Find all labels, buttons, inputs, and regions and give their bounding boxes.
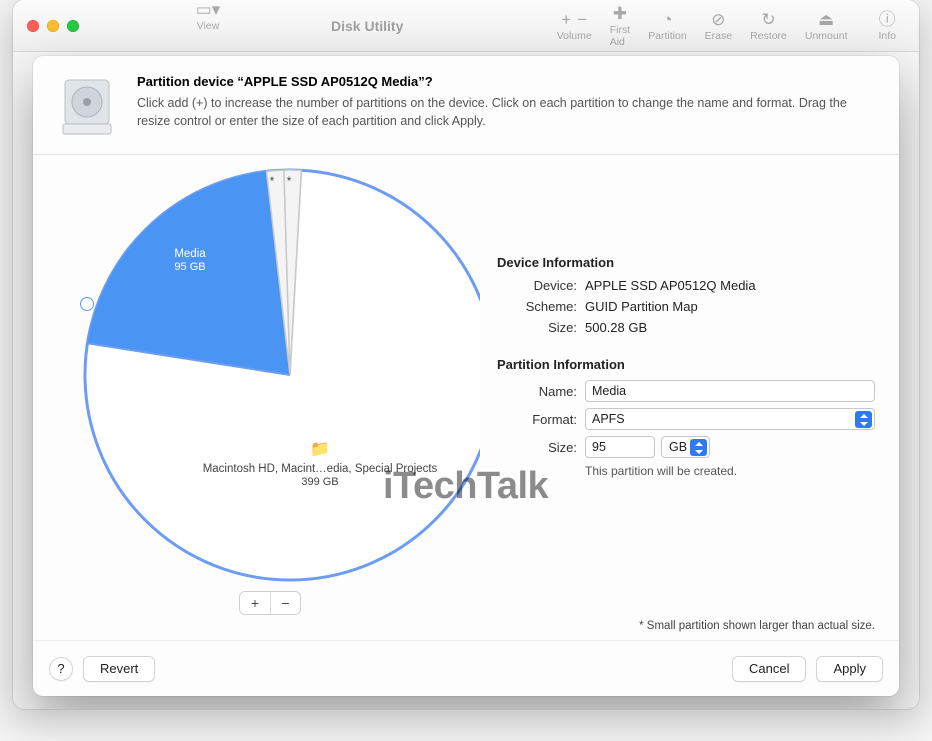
partition-button[interactable]: ◔ Partition <box>648 10 687 42</box>
volume-button[interactable]: +− Volume <box>557 10 592 42</box>
partition-size-unit-select[interactable]: GB <box>661 436 710 458</box>
partition-size-input[interactable] <box>585 436 655 458</box>
device-info-heading: Device Information <box>497 255 877 270</box>
pie-icon: ◔ <box>662 10 672 30</box>
cancel-button[interactable]: Cancel <box>732 656 806 682</box>
revert-button[interactable]: Revert <box>83 656 155 682</box>
toolbar: +− Volume ✚ First Aid ◔ Partition ⊘ Eras… <box>548 4 905 48</box>
eject-icon: ⏏ <box>818 10 834 30</box>
info-column: Device Information Device:APPLE SSD AP05… <box>485 165 877 630</box>
partition-format-select[interactable]: APFS <box>585 408 875 430</box>
restore-button[interactable]: ↻ Restore <box>750 10 787 42</box>
apply-button[interactable]: Apply <box>816 656 883 682</box>
partition-pie-column: Media 95 GB * * 📁 Macintosh HD, Macint…e… <box>55 165 485 630</box>
add-remove-partition: + − <box>239 591 301 615</box>
partition-create-note: This partition will be created. <box>585 464 877 478</box>
traffic-lights <box>27 20 79 32</box>
sidebar-toggle-icon: ▭▾ <box>196 0 221 20</box>
small-partition-footnote: * Small partition shown larger than actu… <box>639 620 875 632</box>
device-size-value: 500.28 GB <box>585 320 877 335</box>
unmount-button[interactable]: ⏏ Unmount <box>805 10 848 42</box>
partition-info-heading: Partition Information <box>497 357 877 372</box>
sheet-title: Partition device “APPLE SSD AP0512Q Medi… <box>137 74 877 89</box>
sheet-body: Media 95 GB * * 📁 Macintosh HD, Macint…e… <box>33 155 899 640</box>
stethoscope-icon: ✚ <box>613 4 627 24</box>
partition-name-input[interactable] <box>585 380 875 402</box>
add-partition-button[interactable]: + <box>240 592 270 614</box>
pie-resize-handle[interactable] <box>80 297 94 311</box>
close-window-button[interactable] <box>27 20 39 32</box>
help-button[interactable]: ? <box>49 657 73 681</box>
minus-icon: − <box>577 10 587 30</box>
sheet-header: Partition device “APPLE SSD AP0512Q Medi… <box>33 56 899 155</box>
chevron-updown-icon <box>855 411 872 428</box>
titlebar: ▭▾ View Disk Utility +− Volume ✚ First A… <box>13 0 919 52</box>
plus-icon: + <box>561 10 571 30</box>
scheme-value: GUID Partition Map <box>585 299 877 314</box>
minimize-window-button[interactable] <box>47 20 59 32</box>
sheet-subtitle: Click add (+) to increase the number of … <box>137 94 877 130</box>
info-icon: ⓘ <box>879 10 896 30</box>
disk-utility-window: ▭▾ View Disk Utility +− Volume ✚ First A… <box>13 0 919 709</box>
window-title: Disk Utility <box>331 18 403 34</box>
sheet-footer: ? Revert Cancel Apply <box>33 640 899 696</box>
erase-button[interactable]: ⊘ Erase <box>705 10 732 42</box>
erase-icon: ⊘ <box>711 10 725 30</box>
chevron-updown-icon <box>690 439 707 456</box>
partition-pie[interactable]: Media 95 GB * * 📁 Macintosh HD, Macint…e… <box>60 165 480 585</box>
partition-sheet: Partition device “APPLE SSD AP0512Q Medi… <box>33 56 899 696</box>
view-button[interactable]: ▭▾ View <box>104 0 312 32</box>
first-aid-button[interactable]: ✚ First Aid <box>610 4 630 48</box>
drive-icon <box>55 74 119 138</box>
remove-partition-button[interactable]: − <box>270 592 300 614</box>
device-name-value: APPLE SSD AP0512Q Media <box>585 278 877 293</box>
info-button[interactable]: ⓘ Info <box>878 10 896 42</box>
maximize-window-button[interactable] <box>67 20 79 32</box>
restore-icon: ↻ <box>761 10 775 30</box>
sidebar-area: ▭▾ View <box>95 0 321 52</box>
